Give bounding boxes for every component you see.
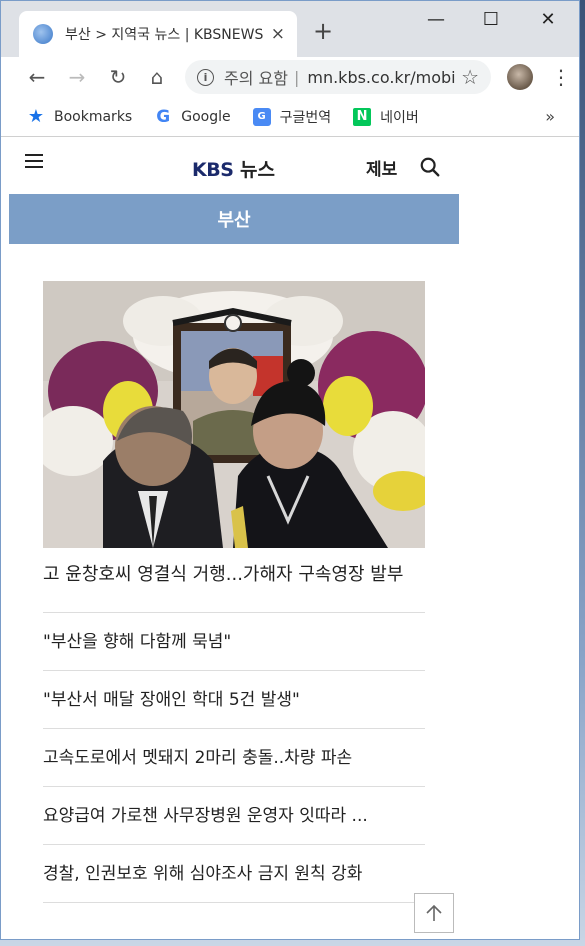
news-item-link[interactable]: "부산을 향해 다함께 묵념" <box>43 613 425 671</box>
news-item-link[interactable]: 요양급여 가로챈 사무장병원 운영자 잇따라 ... <box>43 787 425 845</box>
menu-kebab-icon[interactable]: ⋮ <box>551 63 571 91</box>
bookmark-label: Google <box>181 108 231 125</box>
funeral-photo-illustration <box>43 281 425 548</box>
forward-arrow-icon[interactable]: → <box>63 63 91 91</box>
news-item-link[interactable]: 경찰, 인권보호 위해 심야조사 금지 원칙 강화 <box>43 845 425 903</box>
close-window-button[interactable]: ✕ <box>533 9 563 30</box>
maximize-button[interactable]: ☐ <box>476 9 506 30</box>
news-item-link[interactable]: "부산서 매달 장애인 학대 5건 발생" <box>43 671 425 729</box>
security-warning: 주의 요함 <box>224 69 288 88</box>
search-icon[interactable] <box>419 156 441 178</box>
info-icon[interactable]: i <box>197 68 214 86</box>
naver-icon: N <box>353 107 372 126</box>
tab-title: 부산 > 지역국 뉴스 | KBSNEWS <box>65 27 263 43</box>
back-arrow-icon[interactable]: ← <box>23 63 51 91</box>
bookmark-bookmarks[interactable]: ★ Bookmarks <box>27 106 133 127</box>
news-list: 고 윤창호씨 영결식 거행...가해자 구속영장 발부 "부산을 향해 다함께 … <box>9 244 459 903</box>
kbs-favicon-icon <box>33 24 53 44</box>
translate-icon: G <box>252 107 271 126</box>
logo-news-text: 뉴스 <box>240 159 275 181</box>
reload-icon[interactable]: ↻ <box>104 63 132 91</box>
tab-close-icon[interactable]: × <box>271 24 285 44</box>
bookmark-label: 네이버 <box>380 109 419 126</box>
title-bar: 부산 > 지역국 뉴스 | KBSNEWS × + — ☐ ✕ <box>1 1 579 57</box>
bookmarks-bar: ★ Bookmarks G Google G 구글번역 N 네이버 » <box>1 97 579 137</box>
browser-window: 부산 > 지역국 뉴스 | KBSNEWS × + — ☐ ✕ ← → ↻ ⌂ … <box>0 0 580 940</box>
logo-kbs-text: KBS <box>192 159 234 181</box>
profile-avatar[interactable] <box>507 64 533 90</box>
bookmark-label: 구글번역 <box>279 109 332 126</box>
arrow-up-icon <box>426 904 442 921</box>
empty-viewport-area <box>467 138 579 939</box>
page-viewport: KBS 뉴스 제보 부산 고 윤창호씨 영결식 거행...가해자 구속영장 발부… <box>9 138 579 939</box>
bookmark-label: Bookmarks <box>54 108 133 125</box>
bookmark-naver[interactable]: N 네이버 <box>353 107 419 127</box>
url-text[interactable]: mn.kbs.co.kr/mobile/index.html <box>307 68 455 87</box>
new-tab-button[interactable]: + <box>313 19 333 43</box>
google-icon: G <box>156 106 171 127</box>
kbs-news-logo[interactable]: KBS 뉴스 <box>192 155 275 182</box>
scroll-to-top-button[interactable] <box>414 893 454 933</box>
minimize-button[interactable]: — <box>421 9 451 30</box>
bookmark-google[interactable]: G Google <box>154 106 231 127</box>
news-item-link[interactable]: 고속도로에서 멧돼지 2마리 충돌..차량 파손 <box>43 729 425 787</box>
home-icon[interactable]: ⌂ <box>143 63 171 91</box>
address-bar[interactable]: i 주의 요함 | mn.kbs.co.kr/mobile/index.html… <box>185 60 491 94</box>
omnibox-separator: | <box>293 67 300 87</box>
main-news-photo[interactable] <box>43 281 425 548</box>
browser-tab[interactable]: 부산 > 지역국 뉴스 | KBSNEWS × <box>19 11 297 57</box>
region-title-bar: 부산 <box>9 194 459 244</box>
bookmark-translate[interactable]: G 구글번역 <box>252 107 332 127</box>
region-title: 부산 <box>217 210 251 231</box>
mobile-page: KBS 뉴스 제보 부산 고 윤창호씨 영결식 거행...가해자 구속영장 발부… <box>9 138 459 939</box>
browser-toolbar: ← → ↻ ⌂ i 주의 요함 | mn.kbs.co.kr/mobile/in… <box>1 57 579 97</box>
main-headline-link[interactable]: 고 윤창호씨 영결식 거행...가해자 구속영장 발부 <box>43 548 425 613</box>
report-link[interactable]: 제보 <box>366 155 397 180</box>
bookmarks-overflow-icon[interactable]: » <box>545 107 555 126</box>
star-icon: ★ <box>27 106 45 127</box>
bookmark-star-icon[interactable]: ☆ <box>461 65 479 89</box>
site-header: KBS 뉴스 제보 <box>9 138 459 194</box>
hamburger-menu-icon[interactable] <box>25 154 43 168</box>
